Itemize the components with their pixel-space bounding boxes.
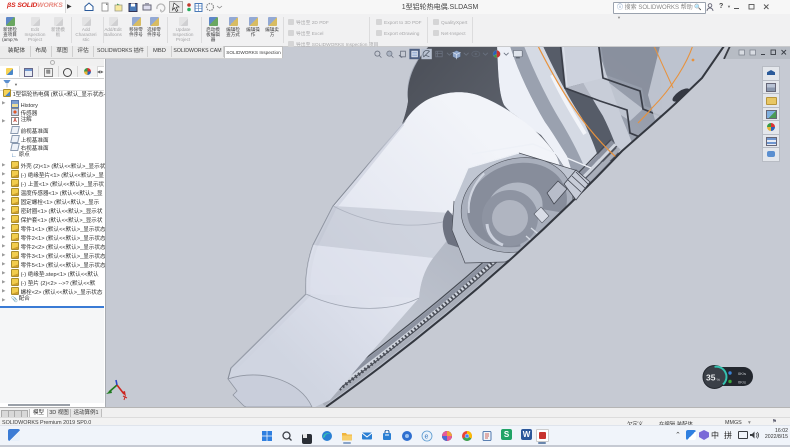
- svg-text:0K/s: 0K/s: [738, 371, 746, 376]
- svg-text:%: %: [717, 377, 721, 382]
- svg-text:0K/s: 0K/s: [738, 380, 746, 385]
- svg-text:e: e: [425, 434, 429, 441]
- svg-text:35: 35: [706, 373, 716, 383]
